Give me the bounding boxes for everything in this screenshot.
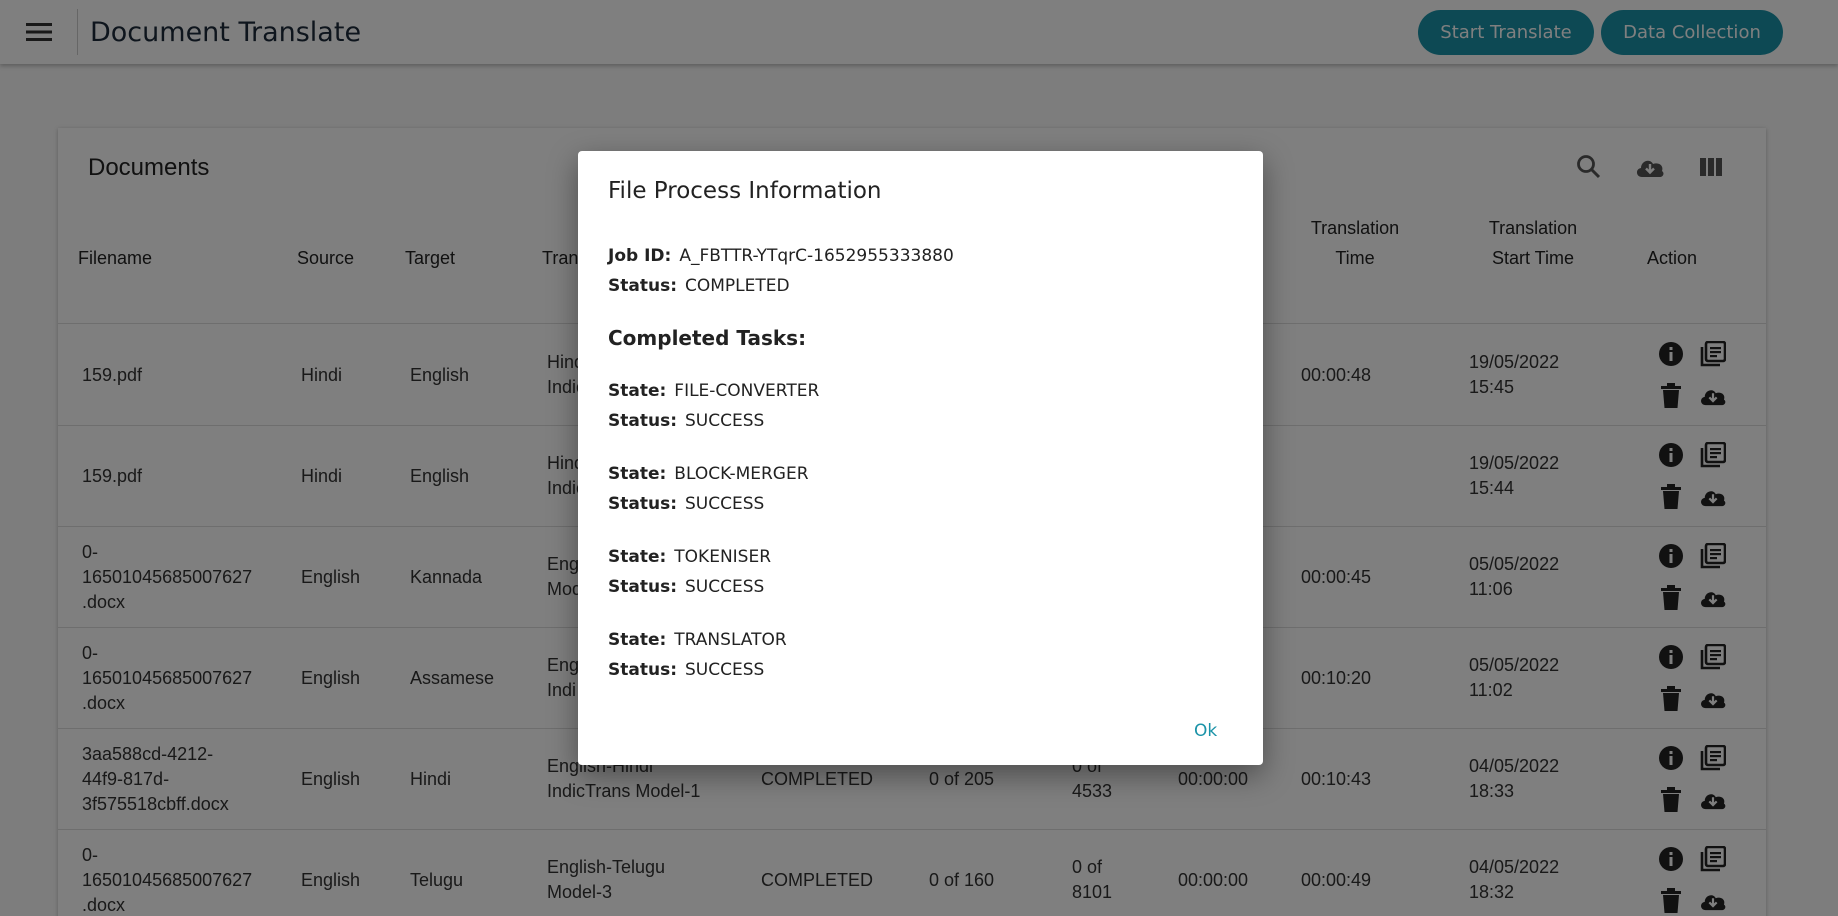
task-status-value: SUCCESS [685,660,765,680]
task-status-label: Status: [608,660,677,680]
task-state-value: TRANSLATOR [674,630,787,650]
task-state-line: State: BLOCK-MERGER [608,464,809,484]
task-status-value: SUCCESS [685,494,765,514]
task-status-line: Status: SUCCESS [608,660,764,680]
task-state-label: State: [608,630,667,650]
job-id-line: Job ID: A_FBTTR-YTqrC-1652955333880 [608,246,954,266]
task-status-label: Status: [608,577,677,597]
task-status-line: Status: SUCCESS [608,411,764,431]
job-status-value: COMPLETED [685,276,790,296]
task-status-line: Status: SUCCESS [608,494,764,514]
task-state-label: State: [608,381,667,401]
job-id-label: Job ID: [608,246,672,266]
task-state-value: FILE-CONVERTER [674,381,820,401]
task-status-value: SUCCESS [685,411,765,431]
task-status-line: Status: SUCCESS [608,577,764,597]
completed-tasks-heading: Completed Tasks: [608,326,807,350]
task-state-value: BLOCK-MERGER [674,464,809,484]
job-status-line: Status: COMPLETED [608,276,790,296]
file-process-dialog: File Process Information Job ID: A_FBTTR-… [578,151,1263,765]
task-state-line: State: TRANSLATOR [608,630,787,650]
task-status-value: SUCCESS [685,577,765,597]
dialog-title: File Process Information [608,178,882,204]
task-status-label: Status: [608,411,677,431]
task-state-line: State: TOKENISER [608,547,771,567]
ok-button[interactable]: Ok [1194,721,1217,741]
task-status-label: Status: [608,494,677,514]
task-state-label: State: [608,547,667,567]
task-state-value: TOKENISER [674,547,772,567]
job-status-label: Status: [608,276,677,296]
job-id-value: A_FBTTR-YTqrC-1652955333880 [679,246,954,266]
task-state-label: State: [608,464,667,484]
task-state-line: State: FILE-CONVERTER [608,381,819,401]
